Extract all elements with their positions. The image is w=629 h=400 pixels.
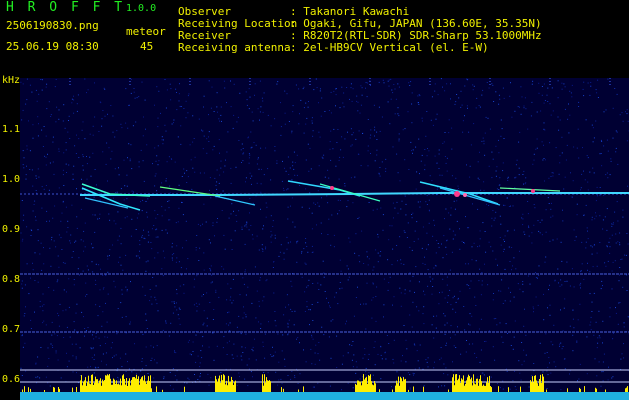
antenna-value: : 2el-HB9CV Vertical (el. E-W) (290, 41, 489, 54)
meteor-head (330, 186, 334, 190)
y-tick-label: 1.0 (2, 174, 21, 185)
date-time: 25.06.19 08:30 (6, 40, 99, 53)
y-tick-label: 0.6 (2, 374, 21, 385)
y-axis-unit: kHz (2, 75, 21, 86)
spectrogram-background (20, 78, 629, 400)
app-title: H R O F F T (6, 0, 126, 15)
app-version: 1.0.0 (126, 3, 157, 14)
meteor-count: 45 (140, 40, 154, 53)
meteor-head (531, 189, 535, 193)
spectrogram (20, 78, 629, 400)
file-name: 2506190830.png (6, 19, 99, 32)
signal-level-base (20, 392, 629, 400)
meteor-head (463, 193, 467, 197)
y-tick-label: 0.9 (2, 224, 21, 235)
meteor-label: meteor (126, 25, 166, 38)
y-tick-label: 1.1 (2, 124, 21, 135)
hroft-window: H R O F F T 1.0.0 2506190830.png meteor … (0, 0, 629, 400)
y-tick-label: 0.8 (2, 274, 21, 285)
antenna-label: Receiving antenna (178, 41, 291, 54)
y-tick-label: 0.7 (2, 324, 21, 335)
meteor-head (454, 191, 460, 197)
